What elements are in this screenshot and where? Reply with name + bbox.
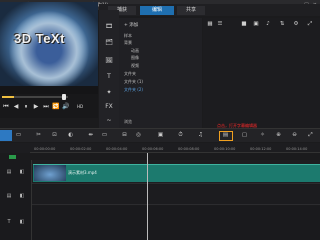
ruler-label: 00:00:00:00 bbox=[34, 147, 56, 151]
overlay-track[interactable] bbox=[32, 185, 320, 205]
fit-icon[interactable]: ⤢ bbox=[306, 131, 315, 140]
title-track[interactable] bbox=[32, 206, 320, 240]
mixer-icon[interactable]: ▭ bbox=[100, 131, 109, 140]
ruler-header bbox=[0, 143, 30, 153]
tab-edit[interactable]: 编辑 bbox=[140, 6, 174, 15]
ruler-label: 00:00:10:00 bbox=[214, 147, 236, 151]
library-item-folder-1[interactable]: 文件夹 (1) bbox=[124, 79, 143, 85]
settings-icon[interactable]: ⚙ bbox=[292, 20, 300, 28]
media-browser bbox=[203, 18, 320, 128]
transition-icon[interactable]: ✦ bbox=[104, 88, 114, 98]
project-length-indicator bbox=[9, 155, 16, 159]
overlay-track-icon[interactable]: ▤ bbox=[5, 192, 13, 200]
expand-icon[interactable]: ⤢ bbox=[306, 20, 314, 28]
thumbnail-view-icon[interactable]: ▦ bbox=[206, 20, 214, 28]
ruler-label: 00:00:06:00 bbox=[142, 147, 164, 151]
filter-icon[interactable]: FX bbox=[104, 102, 114, 112]
zoom-in-icon[interactable]: ⊕ bbox=[274, 131, 283, 140]
title-visibility-icon[interactable]: ◧ bbox=[18, 218, 26, 226]
library-item-folder-2[interactable]: 文件夹 (2) bbox=[124, 87, 143, 93]
sort-icon[interactable]: ⇅ bbox=[278, 20, 286, 28]
title-icon[interactable]: T bbox=[104, 72, 114, 82]
subtitle-editor-icon: ▤ bbox=[222, 132, 229, 138]
add-folder-button[interactable]: + 添加 bbox=[124, 22, 138, 28]
list-view-icon[interactable]: ☰ bbox=[216, 20, 224, 28]
video-track-icon[interactable]: ▤ bbox=[5, 168, 13, 176]
ruler-label: 00:00:14:00 bbox=[286, 147, 308, 151]
clip-thumbnail bbox=[34, 165, 66, 181]
go-end-icon[interactable]: ⏭ bbox=[42, 103, 50, 111]
playhead[interactable] bbox=[147, 153, 148, 240]
storyboard-icon[interactable]: ▭ bbox=[14, 131, 23, 140]
zoom-out-icon[interactable]: ⊖ bbox=[290, 131, 299, 140]
library-item-video[interactable]: 视频 bbox=[131, 63, 139, 69]
prev-frame-icon[interactable]: ◀ bbox=[12, 103, 20, 111]
library-item-background[interactable]: 背景 bbox=[124, 40, 132, 46]
tab-share[interactable]: 共享 bbox=[177, 6, 205, 15]
repeat-icon[interactable]: 🔁 bbox=[52, 103, 60, 111]
title-track-icon[interactable]: T bbox=[5, 218, 13, 226]
media-icon[interactable]: 🎞 bbox=[104, 22, 114, 32]
timeline-view-toggle[interactable] bbox=[0, 130, 12, 141]
overlay-visibility-icon[interactable]: ◧ bbox=[18, 192, 26, 200]
scrubber-handle[interactable] bbox=[62, 94, 66, 100]
preview-status-bar bbox=[0, 86, 98, 94]
library-item-animation[interactable]: 动画 bbox=[131, 48, 139, 54]
hd-toggle[interactable]: HD bbox=[74, 103, 86, 111]
ruler-label: 00:00:04:00 bbox=[106, 147, 128, 151]
record-icon[interactable]: ◐ bbox=[66, 131, 75, 140]
play-icon[interactable]: ▶ bbox=[32, 103, 40, 111]
library-item-sample[interactable]: 样本 bbox=[124, 33, 132, 39]
library-item-image[interactable]: 图像 bbox=[131, 55, 139, 61]
undo-icon[interactable]: ✂ bbox=[34, 131, 43, 140]
speed-icon[interactable]: ⏱ bbox=[176, 131, 185, 140]
go-start-icon[interactable]: ⏮ bbox=[2, 103, 10, 111]
mask-icon[interactable]: ▣ bbox=[156, 131, 165, 140]
audio-ducking-icon[interactable]: ♫ bbox=[196, 131, 205, 140]
ruler-label: 00:00:12:00 bbox=[250, 147, 272, 151]
browse-button[interactable]: 浏览 bbox=[124, 119, 132, 125]
graphics-icon[interactable]: 🖼 bbox=[104, 56, 114, 66]
redo-icon[interactable]: ⊡ bbox=[50, 131, 59, 140]
split-icon[interactable]: ⇹ bbox=[86, 131, 95, 140]
clip-label: 演示素材3.mp4 bbox=[68, 170, 97, 175]
video-filter-icon[interactable]: ■ bbox=[240, 20, 248, 28]
track-visibility-icon[interactable]: ◧ bbox=[18, 168, 26, 176]
preview-overlay-text: 3D TeXt bbox=[14, 31, 65, 46]
ruler-label: 00:00:02:00 bbox=[70, 147, 92, 151]
path-icon[interactable]: ~ bbox=[104, 116, 114, 126]
magic-icon[interactable]: ✧ bbox=[258, 131, 267, 140]
scrubber-fill bbox=[2, 96, 14, 98]
pause-icon[interactable]: ⏸ bbox=[22, 103, 30, 111]
library-item-folder[interactable]: 文件夹 bbox=[124, 71, 136, 77]
snapshot-icon[interactable]: ▢ bbox=[240, 131, 249, 140]
multicam-icon[interactable]: ⊟ bbox=[120, 131, 129, 140]
ruler-label: 00:00:08:00 bbox=[178, 147, 200, 151]
audio-filter-icon[interactable]: ♪ bbox=[264, 20, 272, 28]
image-filter-icon[interactable]: ▣ bbox=[252, 20, 260, 28]
motion-track-icon[interactable]: ◎ bbox=[134, 131, 143, 140]
instant-project-icon[interactable]: 🗂 bbox=[104, 38, 114, 48]
volume-icon[interactable]: 🔊 bbox=[62, 103, 70, 111]
subtitle-callout: 点击，打开字幕编辑器 bbox=[217, 123, 257, 128]
add-label: 添加 bbox=[129, 23, 139, 28]
